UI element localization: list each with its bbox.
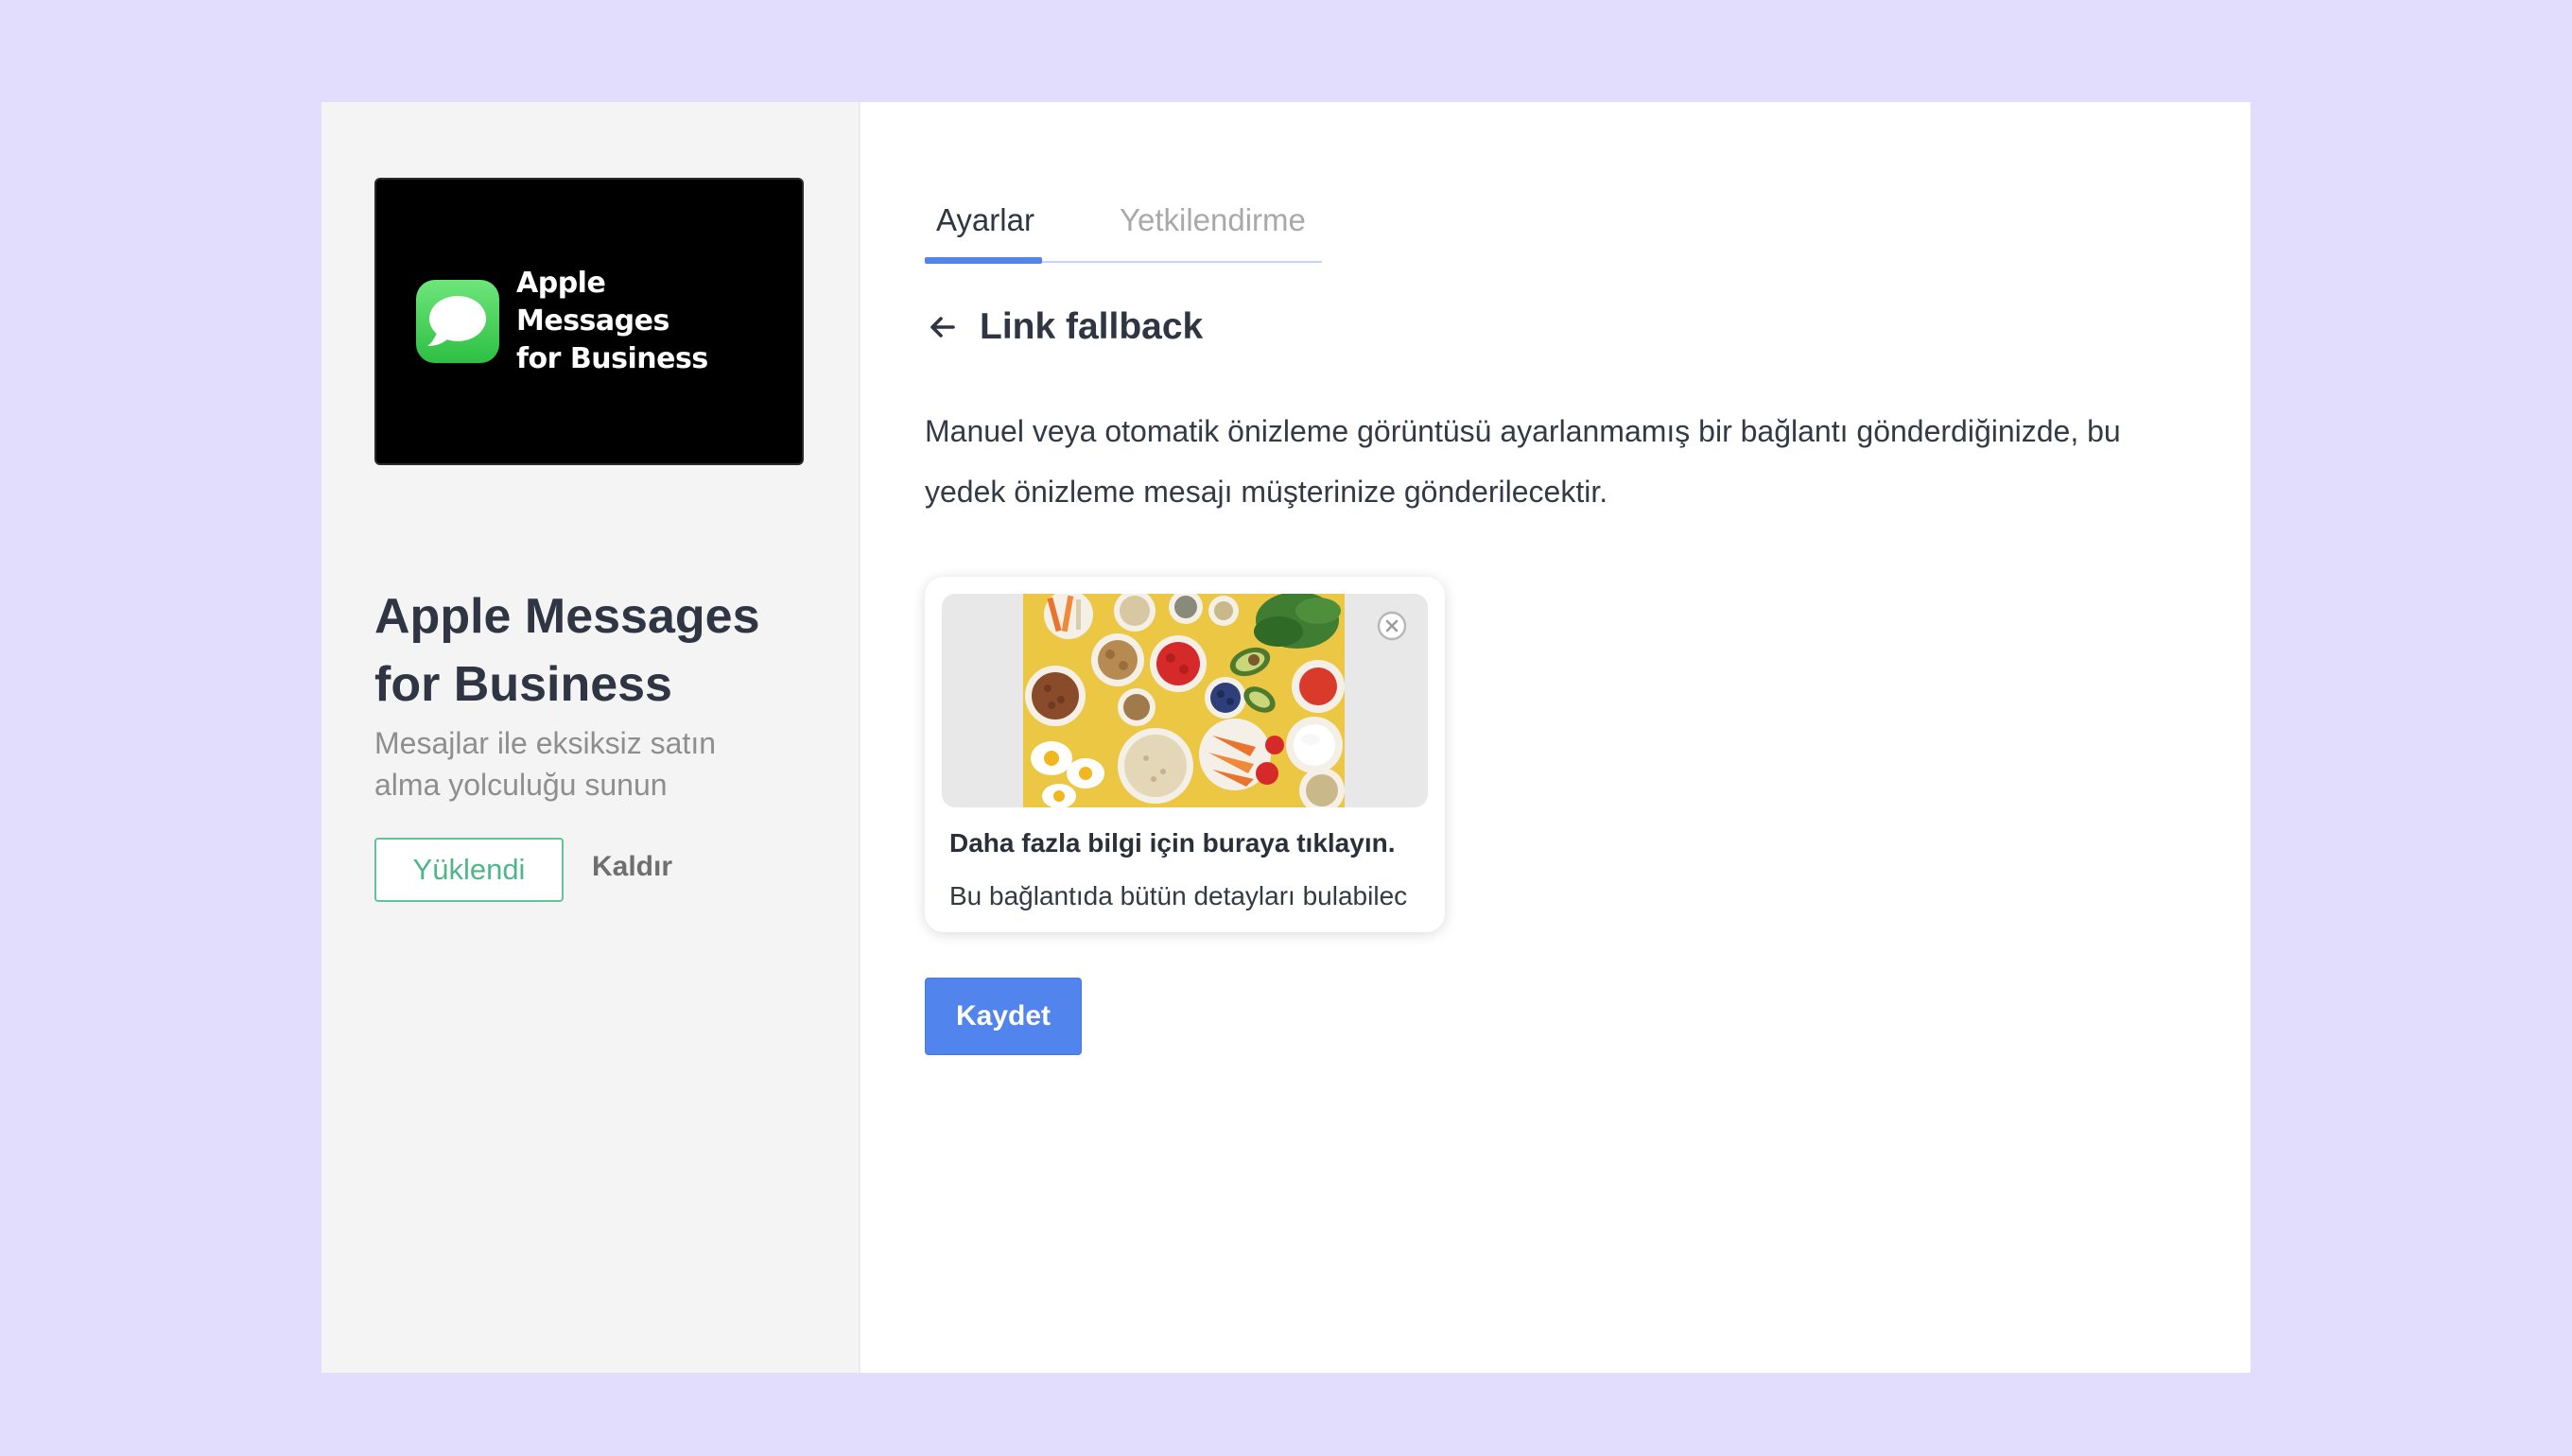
remove-button[interactable]: Kaldır	[592, 851, 672, 883]
link-preview-card: Daha fazla bilgi için buraya tıklayın. B…	[925, 577, 1445, 932]
section-description: Manuel veya otomatik önizleme görüntüsü …	[925, 414, 2121, 509]
close-circle-icon[interactable]	[1377, 611, 1407, 641]
integration-settings-window: Apple Messages for Business Apple Messag…	[322, 102, 2250, 1373]
tab-authorization[interactable]: Yetkilendirme	[1120, 202, 1306, 238]
app-title: Apple Messages for Business	[374, 589, 760, 712]
app-logo-text: Apple Messages for Business	[516, 265, 762, 378]
app-logo-card: Apple Messages for Business	[374, 178, 804, 465]
logo-text-line-1: Apple Messages	[516, 267, 669, 338]
logo-text-line-2: for Business	[516, 342, 708, 375]
installed-button[interactable]: Yüklendi	[374, 838, 564, 902]
section-title: Link fallback	[980, 306, 1204, 347]
tab-bar: Ayarlar Yetkilendirme	[925, 193, 1322, 264]
messages-bubble-icon	[416, 280, 499, 363]
preview-body-text: Bu bağlantıda bütün detayları bulabilec	[949, 881, 1408, 910]
save-button[interactable]: Kaydet	[925, 978, 1082, 1055]
main-panel: Ayarlar Yetkilendirme Link fallback Manu…	[860, 102, 2250, 1373]
preview-headline: Daha fazla bilgi için buraya tıklayın.	[949, 828, 1396, 858]
tab-settings[interactable]: Ayarlar	[936, 202, 1034, 238]
app-subtitle: Mesajlar ile eksiksiz satın alma yolculu…	[374, 726, 716, 802]
preview-image-area	[942, 594, 1428, 807]
food-bowls-image	[1023, 594, 1345, 807]
active-tab-indicator	[925, 257, 1042, 264]
arrow-left-icon[interactable]	[925, 310, 959, 344]
integration-sidebar: Apple Messages for Business Apple Messag…	[322, 102, 860, 1373]
section-header: Link fallback	[925, 306, 1203, 348]
